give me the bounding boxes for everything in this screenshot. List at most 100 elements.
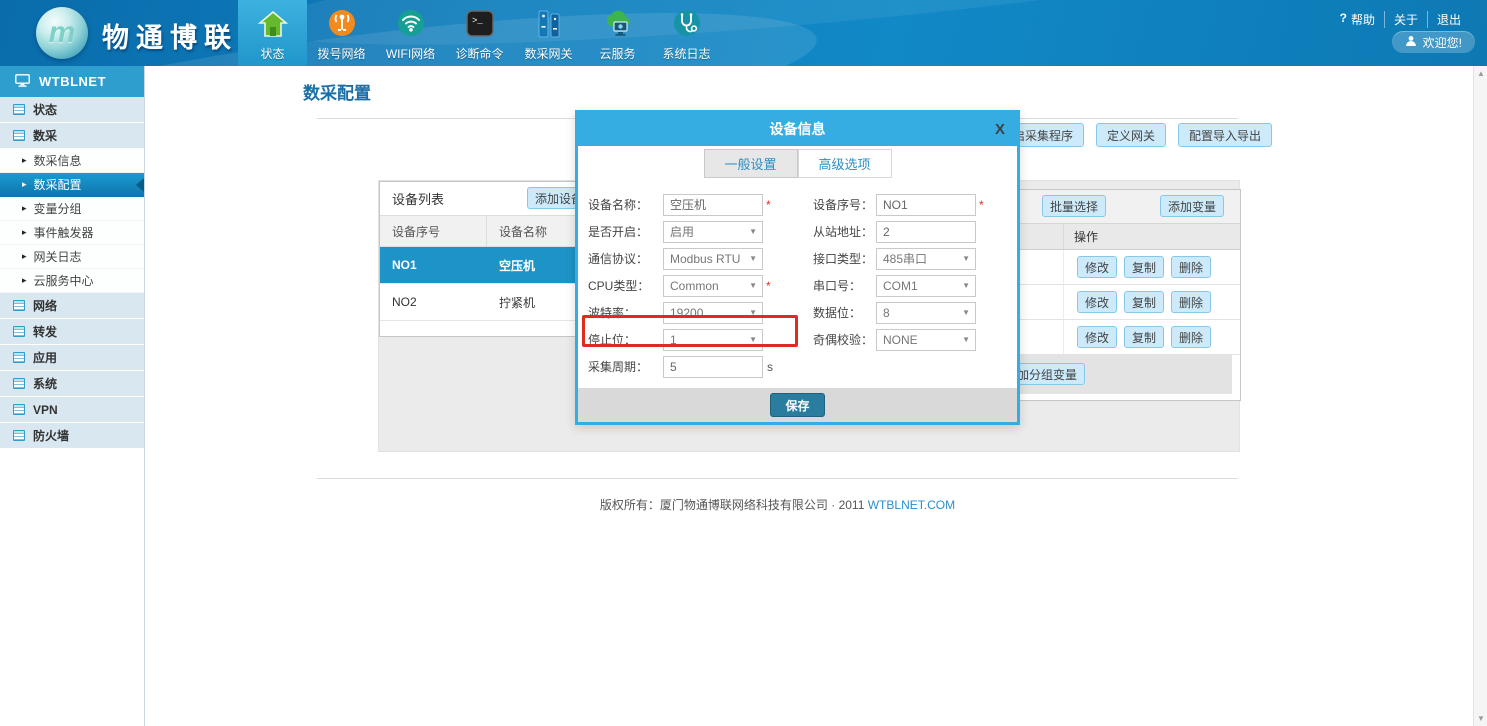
about-label: 关于 bbox=[1394, 11, 1418, 28]
nav-label: 状态 bbox=[260, 45, 284, 62]
edit-button[interactable]: 修改 bbox=[1077, 326, 1117, 348]
nav-label: 诊断命令 bbox=[455, 45, 503, 62]
enabled-select[interactable]: 启用 ▼ bbox=[663, 221, 763, 243]
logout-label: 退出 bbox=[1437, 11, 1461, 28]
sidebar-item-forwarding[interactable]: 转发 bbox=[0, 319, 144, 345]
nav-item-status[interactable]: 状态 bbox=[238, 0, 307, 66]
form-row: CPU类型： Common ▼ * 串口号： COM1 ▼ bbox=[578, 272, 1017, 299]
stop-bits-select[interactable]: 1 ▼ bbox=[663, 329, 763, 351]
interface-select[interactable]: 485串口 ▼ bbox=[876, 248, 976, 270]
syslog-icon bbox=[669, 6, 705, 42]
welcome-button[interactable]: 欢迎您! bbox=[1392, 31, 1475, 53]
com-port-select[interactable]: COM1 ▼ bbox=[876, 275, 976, 297]
nav-label: WIFI网络 bbox=[386, 45, 435, 62]
copy-button[interactable]: 复制 bbox=[1124, 291, 1164, 313]
edit-button[interactable]: 修改 bbox=[1077, 291, 1117, 313]
stop-bits-value: 1 bbox=[670, 333, 677, 347]
protocol-select[interactable]: Modbus RTU ▼ bbox=[663, 248, 763, 270]
device-name-input[interactable] bbox=[663, 194, 763, 216]
nav-item-cloud-service[interactable]: 云服务 bbox=[583, 0, 652, 66]
col-device-serial: 设备序号 bbox=[380, 216, 487, 246]
nav-label: 拨号网络 bbox=[317, 45, 365, 62]
list-icon bbox=[13, 378, 25, 389]
slave-addr-input[interactable] bbox=[876, 221, 976, 243]
caret-icon: ▸ bbox=[22, 228, 27, 237]
device-list-title: 设备列表 bbox=[392, 189, 444, 208]
copyright: 版权所有：厦门物通博联网络科技有限公司 · 2011 WTBLNET.COM bbox=[317, 496, 1238, 513]
sidebar-item-vpn[interactable]: VPN bbox=[0, 397, 144, 423]
cpu-type-select[interactable]: Common ▼ bbox=[663, 275, 763, 297]
period-input[interactable] bbox=[663, 356, 763, 378]
sidebar-subitem-cloud-center[interactable]: ▸ 云服务中心 bbox=[0, 269, 144, 293]
chevron-down-icon: ▼ bbox=[962, 281, 970, 290]
save-button[interactable]: 保存 bbox=[770, 393, 824, 417]
top-header: m 物通博联 状态 拨号网络 WIFI网络 >_ 诊断命令 bbox=[0, 0, 1487, 66]
help-link[interactable]: ? 帮助 bbox=[1331, 11, 1385, 28]
nav-item-system-log[interactable]: 系统日志 bbox=[652, 0, 721, 66]
caret-icon: ▸ bbox=[22, 156, 27, 165]
logout-link[interactable]: 退出 bbox=[1428, 11, 1461, 28]
slave-addr-label: 从站地址： bbox=[799, 223, 876, 240]
close-icon[interactable]: X bbox=[995, 113, 1005, 146]
cloud-icon bbox=[600, 6, 636, 42]
sidebar-item-network[interactable]: 网络 bbox=[0, 293, 144, 319]
baud-rate-select[interactable]: 19200 ▼ bbox=[663, 302, 763, 324]
monitor-icon bbox=[15, 74, 30, 90]
nav-item-wifi-network[interactable]: WIFI网络 bbox=[376, 0, 445, 66]
edit-button[interactable]: 修改 bbox=[1077, 256, 1117, 278]
data-bits-select[interactable]: 8 ▼ bbox=[876, 302, 976, 324]
parity-select[interactable]: NONE ▼ bbox=[876, 329, 976, 351]
nav-label: 数采网关 bbox=[524, 45, 572, 62]
batch-select-button[interactable]: 批量选择 bbox=[1042, 195, 1106, 217]
parity-value: NONE bbox=[883, 333, 918, 347]
col-action: 操作 bbox=[1064, 228, 1098, 245]
sidebar-subitem-variable-group[interactable]: ▸ 变量分组 bbox=[0, 197, 144, 221]
sidebar-subitem-gateway-log[interactable]: ▸ 网关日志 bbox=[0, 245, 144, 269]
form-row: 波特率： 19200 ▼ 数据位： 8 ▼ bbox=[578, 299, 1017, 326]
device-serial-input[interactable] bbox=[876, 194, 976, 216]
parity-label: 奇偶校验： bbox=[799, 331, 876, 348]
sidebar-subitem-acquisition-info[interactable]: ▸ 数采信息 bbox=[0, 149, 144, 173]
sidebar-item-application[interactable]: 应用 bbox=[0, 345, 144, 371]
delete-button[interactable]: 删除 bbox=[1171, 326, 1211, 348]
add-variable-button[interactable]: 添加变量 bbox=[1160, 195, 1224, 217]
tab-general-settings[interactable]: 一般设置 bbox=[704, 149, 798, 178]
sidebar-item-firewall[interactable]: 防火墙 bbox=[0, 423, 144, 449]
required-mark: * bbox=[766, 198, 774, 212]
nav-item-dialup-network[interactable]: 拨号网络 bbox=[307, 0, 376, 66]
nav-item-data-gateway[interactable]: 数采网关 bbox=[514, 0, 583, 66]
copy-button[interactable]: 复制 bbox=[1124, 256, 1164, 278]
sidebar-item-status[interactable]: 状态 bbox=[0, 97, 144, 123]
tab-advanced-options[interactable]: 高级选项 bbox=[798, 149, 892, 178]
terminal-icon: >_ bbox=[462, 6, 498, 42]
sidebar-subitem-acquisition-config[interactable]: ▸ 数采配置 bbox=[0, 173, 144, 197]
scroll-up-icon[interactable]: ▲ bbox=[1474, 69, 1487, 78]
sidebar-item-system[interactable]: 系统 bbox=[0, 371, 144, 397]
list-icon bbox=[13, 430, 25, 441]
form-row: 停止位： 1 ▼ 奇偶校验： NONE ▼ bbox=[578, 326, 1017, 353]
about-link[interactable]: 关于 bbox=[1385, 11, 1428, 28]
form-row: 是否开启： 启用 ▼ 从站地址： bbox=[578, 218, 1017, 245]
welcome-label: 欢迎您! bbox=[1423, 34, 1462, 51]
logo-text: 物通博联 bbox=[102, 16, 238, 55]
scroll-down-icon[interactable]: ▼ bbox=[1474, 714, 1487, 723]
sidebar-item-data-acquisition[interactable]: 数采 bbox=[0, 123, 144, 149]
device-info-modal: 设备信息 X 一般设置 高级选项 设备名称： * 设备序号： * 是否开启： 启… bbox=[575, 110, 1020, 425]
enabled-label: 是否开启： bbox=[578, 223, 663, 240]
define-gateway-button[interactable]: 定义网关 bbox=[1096, 123, 1166, 147]
wifi-icon bbox=[393, 6, 429, 42]
delete-button[interactable]: 删除 bbox=[1171, 291, 1211, 313]
delete-button[interactable]: 删除 bbox=[1171, 256, 1211, 278]
copy-button[interactable]: 复制 bbox=[1124, 326, 1164, 348]
wtblnet-link[interactable]: WTBLNET.COM bbox=[868, 498, 955, 512]
nav-item-diagnostic-command[interactable]: >_ 诊断命令 bbox=[445, 0, 514, 66]
modal-footer: 保存 bbox=[578, 388, 1017, 422]
vertical-scrollbar[interactable]: ▲ ▼ bbox=[1473, 66, 1487, 726]
sidebar-subitem-label: 网关日志 bbox=[34, 248, 82, 265]
sidebar-subitem-event-trigger[interactable]: ▸ 事件触发器 bbox=[0, 221, 144, 245]
page-toolbar: 重启采集程序 定义网关 配置导入导出 bbox=[990, 123, 1272, 147]
sidebar-item-label: 数采 bbox=[33, 127, 57, 144]
config-import-export-button[interactable]: 配置导入导出 bbox=[1178, 123, 1272, 147]
modal-titlebar: 设备信息 X bbox=[578, 113, 1017, 146]
baud-rate-value: 19200 bbox=[670, 306, 703, 320]
